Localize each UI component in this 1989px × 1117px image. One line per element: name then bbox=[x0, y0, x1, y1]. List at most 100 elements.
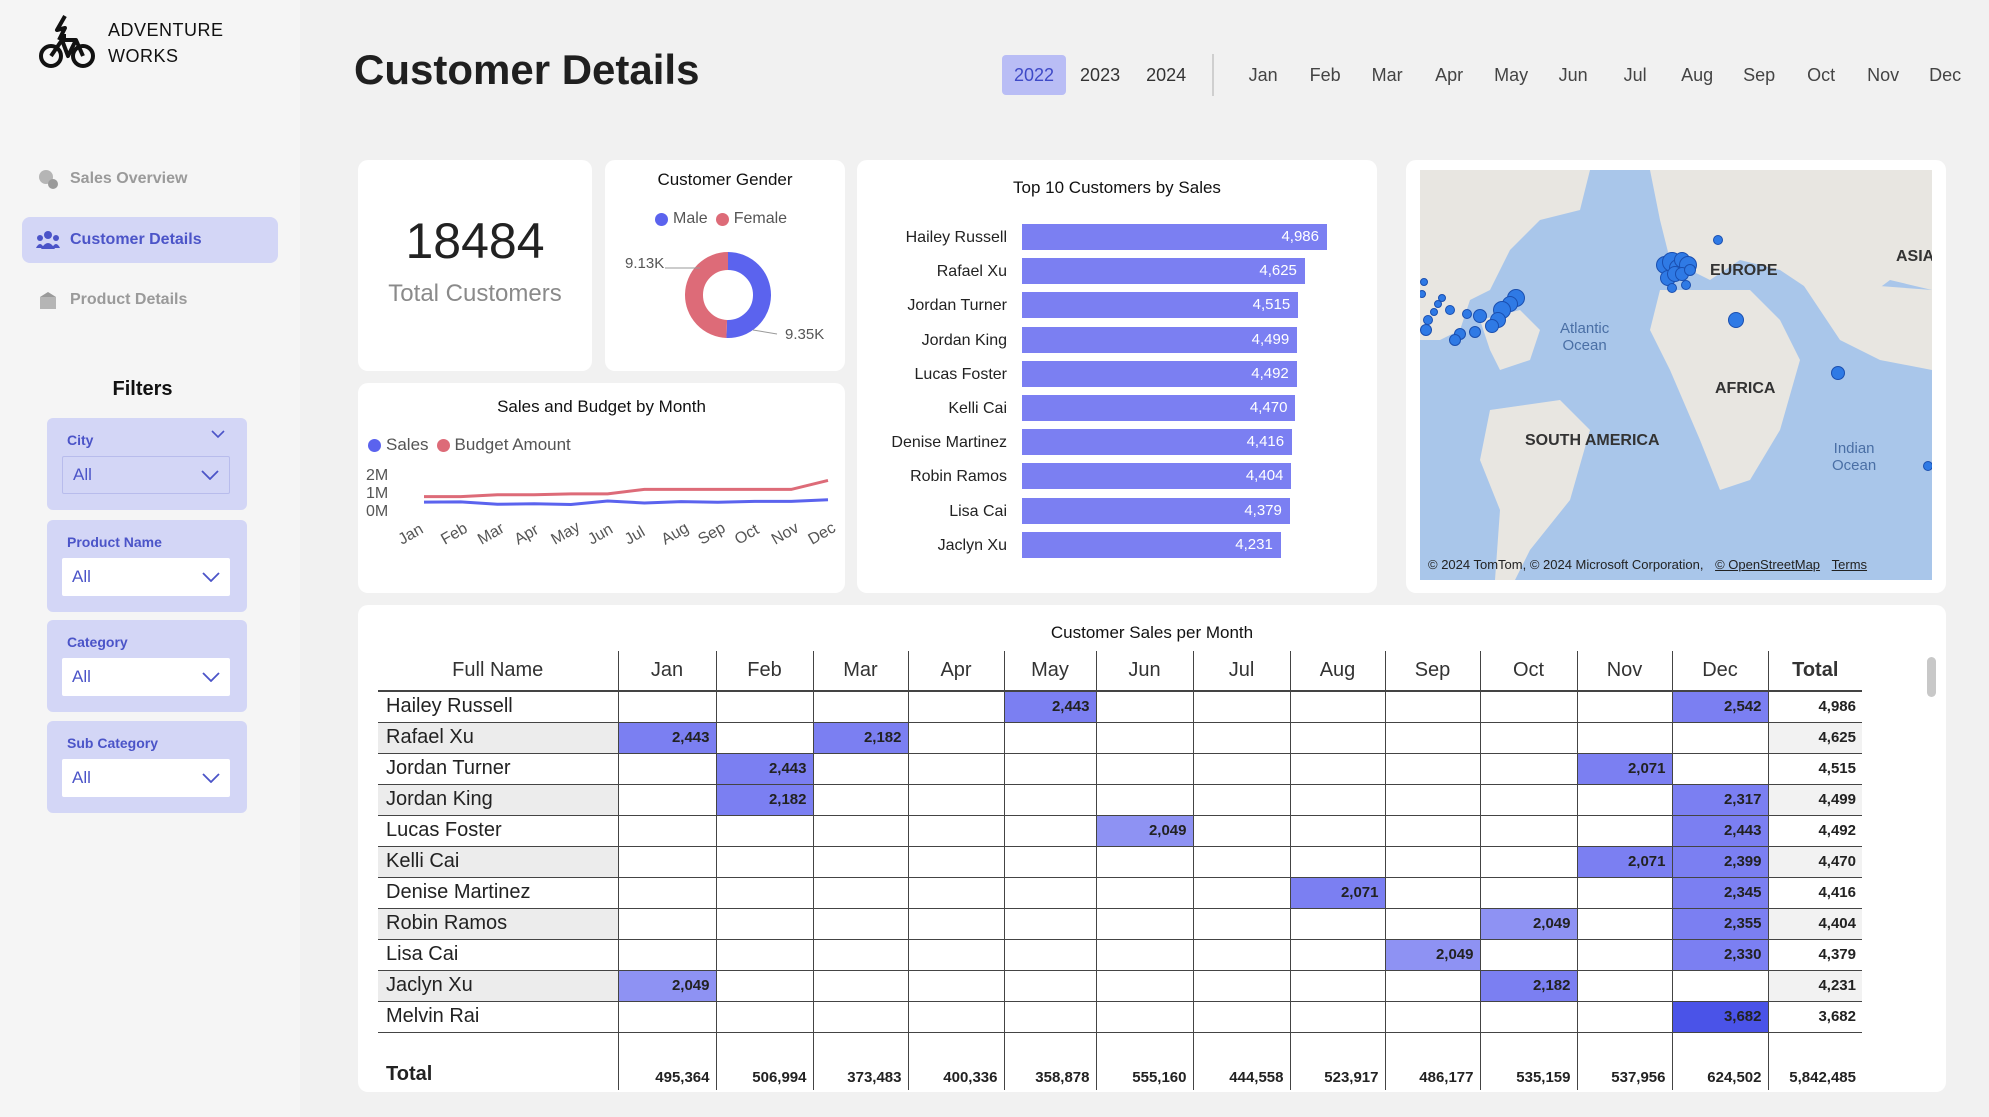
map-marker[interactable] bbox=[1473, 309, 1487, 323]
month-column-header[interactable]: Jun bbox=[1096, 651, 1194, 692]
month-oct-button[interactable]: Oct bbox=[1790, 65, 1852, 86]
table-row[interactable]: Denise Martinez 2,071 2,345 4,416 bbox=[378, 877, 1862, 909]
table-row[interactable]: Jordan King 2,182 2,317 4,499 bbox=[378, 784, 1862, 816]
month-nov-button[interactable]: Nov bbox=[1852, 65, 1914, 86]
map-marker[interactable] bbox=[1831, 366, 1845, 380]
bar[interactable]: 4,625 bbox=[1022, 258, 1305, 285]
bar[interactable]: 4,231 bbox=[1022, 531, 1281, 558]
bar-row[interactable]: Lisa Cai 4,379 bbox=[857, 496, 1377, 530]
month-mar-button[interactable]: Mar bbox=[1356, 65, 1418, 86]
bar[interactable]: 4,986 bbox=[1022, 224, 1327, 250]
bar-row[interactable]: Denise Martinez 4,416 bbox=[857, 427, 1377, 461]
nav-sales-overview[interactable]: Sales Overview bbox=[22, 156, 278, 202]
bar-row[interactable]: Hailey Russell 4,986 bbox=[857, 222, 1377, 256]
table-row[interactable]: Hailey Russell 2,443 2,542 4,986 bbox=[378, 691, 1862, 723]
table-row[interactable]: Lisa Cai 2,049 2,330 4,379 bbox=[378, 939, 1862, 971]
series-line-sales[interactable] bbox=[423, 498, 829, 507]
map-marker[interactable] bbox=[1728, 312, 1744, 328]
month-column-header[interactable]: Jan bbox=[618, 651, 717, 692]
year-2022-button[interactable]: 2022 bbox=[1002, 55, 1067, 95]
year-2023-button[interactable]: 2023 bbox=[1068, 55, 1132, 95]
bar-row[interactable]: Kelli Cai 4,470 bbox=[857, 393, 1377, 427]
table-row[interactable]: Jaclyn Xu 2,049 2,182 4,231 bbox=[378, 970, 1862, 1002]
map-marker[interactable] bbox=[1420, 324, 1432, 336]
customer-map[interactable]: EUROPE ASIA AFRICA SOUTH AMERICA Atlanti… bbox=[1420, 170, 1932, 580]
product-name-dropdown[interactable]: All bbox=[62, 558, 230, 596]
chevron-down-icon[interactable] bbox=[211, 430, 225, 439]
category-dropdown[interactable]: All bbox=[62, 658, 230, 696]
table-row[interactable]: Robin Ramos 2,049 2,355 4,404 bbox=[378, 908, 1862, 940]
table-row[interactable]: Lucas Foster 2,049 2,443 4,492 bbox=[378, 815, 1862, 847]
map-marker[interactable] bbox=[1430, 308, 1438, 316]
city-dropdown[interactable]: All bbox=[62, 456, 230, 494]
month-column-header[interactable]: Oct bbox=[1480, 651, 1578, 692]
map-marker[interactable] bbox=[1713, 235, 1723, 245]
terms-link[interactable]: Terms bbox=[1832, 557, 1867, 572]
bar-row[interactable]: Lucas Foster 4,492 bbox=[857, 359, 1377, 393]
table-row[interactable]: Kelli Cai 2,071 2,399 4,470 bbox=[378, 846, 1862, 878]
nav-product-details[interactable]: Product Details bbox=[22, 277, 278, 323]
world-map bbox=[1420, 170, 1932, 580]
month-column-header[interactable]: Feb bbox=[716, 651, 814, 692]
bar-row[interactable]: Jordan Turner 4,515 bbox=[857, 290, 1377, 324]
full-name-header[interactable]: Full Name bbox=[378, 651, 619, 692]
male-value-label: 9.35K bbox=[785, 326, 825, 343]
month-jun-button[interactable]: Jun bbox=[1542, 65, 1604, 86]
month-sep-button[interactable]: Sep bbox=[1728, 65, 1790, 86]
month-column-header[interactable]: Nov bbox=[1577, 651, 1673, 692]
map-marker[interactable] bbox=[1681, 280, 1691, 290]
bar-row[interactable]: Rafael Xu 4,625 bbox=[857, 256, 1377, 290]
map-marker[interactable] bbox=[1923, 461, 1932, 471]
map-marker[interactable] bbox=[1434, 300, 1442, 308]
table-row[interactable]: Rafael Xu 2,443 2,182 4,625 bbox=[378, 722, 1862, 754]
table-row[interactable]: Melvin Rai 3,682 3,682 bbox=[378, 1001, 1862, 1033]
month-jul-button[interactable]: Jul bbox=[1604, 65, 1666, 86]
bar-category-label: Denise Martinez bbox=[891, 434, 1007, 452]
bar-row[interactable]: Jordan King 4,499 bbox=[857, 325, 1377, 359]
donut-slice-female[interactable] bbox=[685, 252, 729, 338]
month-column-header[interactable]: Jul bbox=[1193, 651, 1291, 692]
month-column-header[interactable]: Mar bbox=[813, 651, 909, 692]
series-line-budget[interactable] bbox=[424, 478, 829, 499]
bar[interactable]: 4,515 bbox=[1022, 292, 1299, 319]
map-marker[interactable] bbox=[1449, 334, 1461, 346]
month-dec-button[interactable]: Dec bbox=[1914, 65, 1976, 86]
bar[interactable]: 4,470 bbox=[1022, 395, 1296, 421]
bar-row[interactable]: Robin Ramos 4,404 bbox=[857, 461, 1377, 495]
total-column-header[interactable]: Total bbox=[1768, 651, 1862, 692]
month-feb-button[interactable]: Feb bbox=[1294, 65, 1356, 86]
map-marker[interactable] bbox=[1485, 319, 1499, 333]
scrollbar[interactable] bbox=[1927, 657, 1936, 697]
month-apr-button[interactable]: Apr bbox=[1418, 65, 1480, 86]
map-marker[interactable] bbox=[1469, 326, 1481, 338]
map-marker[interactable] bbox=[1462, 309, 1472, 319]
customer-name-cell: Jordan Turner bbox=[378, 753, 619, 785]
bar[interactable]: 4,416 bbox=[1022, 429, 1293, 456]
map-marker[interactable] bbox=[1684, 264, 1696, 276]
year-2024-button[interactable]: 2024 bbox=[1134, 55, 1198, 95]
map-marker[interactable] bbox=[1445, 305, 1455, 315]
month-column-header[interactable]: Dec bbox=[1672, 651, 1769, 692]
sales-cell bbox=[1385, 846, 1481, 878]
sub-category-dropdown[interactable]: All bbox=[62, 759, 230, 797]
month-column-header[interactable]: Aug bbox=[1290, 651, 1386, 692]
month-column-header[interactable]: May bbox=[1004, 651, 1097, 692]
bar-row[interactable]: Jaclyn Xu 4,231 bbox=[857, 530, 1377, 564]
donut-slice-male[interactable] bbox=[726, 252, 771, 338]
bar[interactable]: 4,492 bbox=[1022, 360, 1297, 387]
map-marker[interactable] bbox=[1420, 278, 1428, 286]
month-may-button[interactable]: May bbox=[1480, 65, 1542, 86]
nav-customer-details[interactable]: Customer Details bbox=[22, 217, 278, 263]
month-column-header[interactable]: Sep bbox=[1385, 651, 1481, 692]
bar[interactable]: 4,499 bbox=[1022, 326, 1298, 353]
sidebar: ADVENTURE WORKS Sales Overview Customer … bbox=[0, 0, 300, 1117]
month-column-header[interactable]: Apr bbox=[908, 651, 1005, 692]
month-jan-button[interactable]: Jan bbox=[1232, 65, 1294, 86]
bar[interactable]: 4,379 bbox=[1022, 497, 1290, 524]
bar[interactable]: 4,404 bbox=[1022, 463, 1292, 490]
sales-cell bbox=[618, 784, 717, 816]
map-marker[interactable] bbox=[1667, 283, 1677, 293]
openstreetmap-link[interactable]: © OpenStreetMap bbox=[1715, 557, 1820, 572]
table-row[interactable]: Jordan Turner 2,443 2,071 4,515 bbox=[378, 753, 1862, 785]
month-aug-button[interactable]: Aug bbox=[1666, 65, 1728, 86]
